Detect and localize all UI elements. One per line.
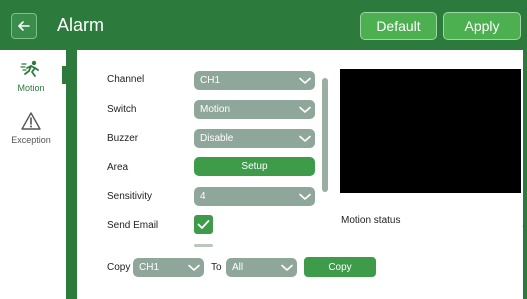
back-button[interactable]	[11, 13, 37, 39]
sidebar-item-motion[interactable]: Motion	[0, 58, 62, 93]
app-header: Alarm Default Apply	[0, 0, 527, 50]
copy-to-select[interactable]: All	[226, 258, 297, 277]
send-email-label: Send Email	[107, 220, 159, 231]
sidebar-item-label: Motion	[17, 83, 45, 93]
sidebar-item-label: Exception	[11, 135, 51, 145]
sensitivity-select[interactable]: 4	[194, 187, 315, 206]
next-row-partial	[194, 244, 213, 247]
chevron-down-icon	[281, 264, 293, 271]
send-email-checkbox[interactable]	[194, 215, 213, 234]
chevron-down-icon	[299, 193, 311, 200]
chevron-down-icon	[299, 77, 311, 84]
video-preview	[340, 69, 521, 193]
switch-select[interactable]: Motion	[194, 100, 315, 119]
copy-to-value: All	[232, 262, 244, 273]
motion-icon	[20, 60, 39, 77]
default-button[interactable]: Default	[360, 12, 437, 40]
sensitivity-label: Sensitivity	[107, 191, 153, 202]
channel-select[interactable]: CH1	[194, 71, 315, 90]
chevron-down-icon	[299, 106, 311, 113]
sidebar-item-exception[interactable]: Exception	[0, 110, 62, 145]
sensitivity-value: 4	[200, 191, 206, 202]
page-title: Alarm	[57, 15, 105, 35]
channel-value: CH1	[200, 75, 221, 86]
copy-from-value: CH1	[139, 262, 160, 273]
back-arrow-icon	[18, 21, 30, 31]
chevron-down-icon	[299, 135, 311, 142]
right-edge-bar	[523, 50, 527, 299]
status-indicator: ˎ	[522, 217, 525, 227]
switch-value: Motion	[200, 104, 231, 115]
sidebar-divider	[66, 50, 77, 299]
copy-button[interactable]: Copy	[304, 257, 376, 277]
form-scrollbar[interactable]	[322, 78, 328, 192]
setup-button[interactable]: Setup	[194, 157, 315, 176]
warning-icon	[21, 112, 41, 130]
copy-label: Copy	[107, 262, 131, 273]
copy-from-select[interactable]: CH1	[133, 258, 204, 277]
area-label: Area	[107, 162, 129, 173]
channel-label: Channel	[107, 74, 145, 85]
switch-label: Switch	[107, 104, 137, 115]
apply-button[interactable]: Apply	[443, 12, 521, 40]
chevron-down-icon	[188, 264, 200, 271]
sidebar: Motion Exception	[0, 50, 62, 299]
buzzer-value: Disable	[200, 133, 234, 144]
checkmark-icon	[197, 220, 210, 229]
to-label: To	[211, 262, 222, 273]
buzzer-select[interactable]: Disable	[194, 129, 315, 148]
motion-status-label: Motion status	[341, 215, 401, 226]
buzzer-label: Buzzer	[107, 133, 139, 144]
